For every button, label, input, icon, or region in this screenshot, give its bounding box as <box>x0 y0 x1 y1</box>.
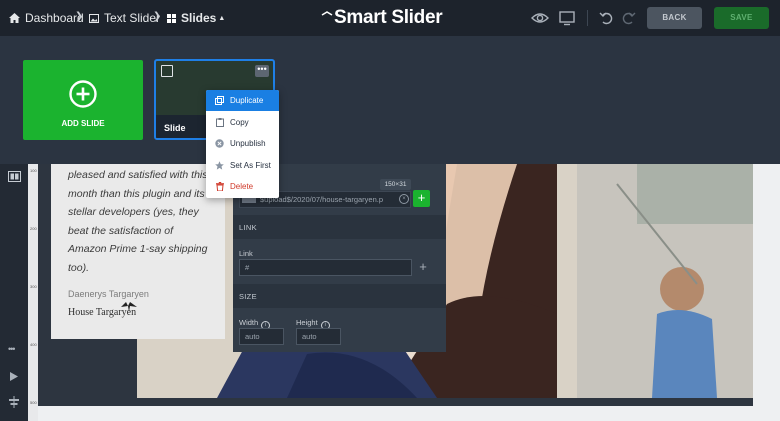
copy-icon <box>215 118 224 127</box>
menu-item-duplicate[interactable]: Duplicate <box>206 90 279 111</box>
desktop-preview-icon[interactable] <box>558 9 576 27</box>
menu-item-label: Delete <box>230 182 254 191</box>
menu-item-copy[interactable]: Copy <box>206 112 279 133</box>
redo-icon[interactable] <box>619 9 637 27</box>
menu-item-set-as-first[interactable]: Set As First <box>206 155 279 176</box>
slide-title: Slide <box>164 123 186 133</box>
dragon-icon <box>121 302 137 312</box>
eye-icon[interactable] <box>531 9 549 27</box>
ruler-mark: 500 <box>30 400 37 405</box>
menu-item-delete[interactable]: Delete <box>206 176 279 197</box>
breadcrumb-slides-label: Slides <box>181 11 217 25</box>
menu-item-label: Set As First <box>230 161 271 170</box>
back-button[interactable]: BACK <box>647 7 702 29</box>
quote-line: stellar developers (yes, they <box>68 206 199 219</box>
link-add-icon[interactable]: + <box>415 259 431 276</box>
left-toolbar: ••• <box>0 164 28 421</box>
quote-author: Daenerys Targaryen <box>68 289 149 299</box>
star-icon <box>215 161 224 170</box>
link-label: Link <box>239 249 253 258</box>
menu-item-label: Duplicate <box>230 96 264 105</box>
quote-layer[interactable]: pleased and satisfied with this month th… <box>51 164 225 339</box>
quote-line: pleased and satisfied with this <box>68 169 208 181</box>
align-icon[interactable] <box>8 396 20 408</box>
ruler-mark: 300 <box>30 284 37 289</box>
house-signature: House Targaryen <box>68 302 137 318</box>
save-button[interactable]: SAVE <box>714 7 769 29</box>
link-section-title: LINK <box>239 223 257 232</box>
breadcrumb-slides[interactable]: Slides ▲ <box>167 0 225 36</box>
size-section-header: SIZE <box>233 284 446 308</box>
slide-context-menu: Duplicate Copy Unpublish Set As First De… <box>206 90 279 198</box>
add-image-button[interactable]: + <box>413 190 430 207</box>
quote-text: pleased and satisfied with this month th… <box>68 166 218 278</box>
menu-item-label: Unpublish <box>230 139 266 148</box>
image-icon <box>89 13 99 23</box>
quote-line: Amazon Prime 1-say shipping <box>68 243 208 256</box>
unpublish-icon <box>215 139 224 148</box>
plus-circle-icon <box>69 80 97 108</box>
quote-line: month than this plugin and its <box>68 187 205 200</box>
breadcrumb-slider[interactable]: Text Slider <box>89 0 160 36</box>
size-section-title: SIZE <box>239 292 257 301</box>
breadcrumb-dashboard[interactable]: Dashboard <box>9 0 84 36</box>
duplicate-icon <box>215 96 224 105</box>
breadcrumb-slider-label: Text Slider <box>104 11 161 25</box>
ruler-mark: 400 <box>30 342 37 347</box>
width-label-text: Width <box>239 318 259 327</box>
add-slide-label: ADD SLIDE <box>61 119 105 128</box>
quote-line: beat the satisfaction of <box>68 224 174 237</box>
layers-icon[interactable] <box>8 171 21 182</box>
quote-line: too). <box>68 261 90 274</box>
ruler-mark: 100 <box>30 168 37 173</box>
clear-icon[interactable]: × <box>399 194 409 204</box>
slide-select-checkbox[interactable] <box>161 65 173 77</box>
width-input[interactable]: auto <box>239 328 284 345</box>
chevron-right-icon: ❯ <box>75 11 84 22</box>
more-icon[interactable]: ••• <box>8 344 16 354</box>
menu-item-label: Copy <box>230 118 249 127</box>
play-icon[interactable] <box>9 371 19 382</box>
chevron-right-icon: ❯ <box>153 11 162 22</box>
height-label-text: Height <box>296 318 318 327</box>
caret-up-icon: ▲ <box>218 14 226 22</box>
image-size-badge: 150×31 <box>380 179 411 190</box>
logo-mark-icon <box>321 11 333 16</box>
more-options-icon[interactable]: ••• <box>255 65 269 77</box>
link-section-header: LINK <box>233 215 446 239</box>
height-input[interactable]: auto <box>296 328 341 345</box>
add-slide-button[interactable]: ADD SLIDE <box>23 60 143 140</box>
ruler-mark: 200 <box>30 226 37 231</box>
app-logo-text: Smart Slider <box>334 7 443 28</box>
app-logo: Smart Slider <box>321 5 443 31</box>
link-input[interactable]: # <box>239 259 412 276</box>
trash-icon <box>215 182 224 191</box>
divider <box>587 10 588 26</box>
undo-icon[interactable] <box>598 9 616 27</box>
home-icon <box>9 13 20 23</box>
grid-icon <box>167 13 176 23</box>
menu-item-unpublish[interactable]: Unpublish <box>206 133 279 154</box>
